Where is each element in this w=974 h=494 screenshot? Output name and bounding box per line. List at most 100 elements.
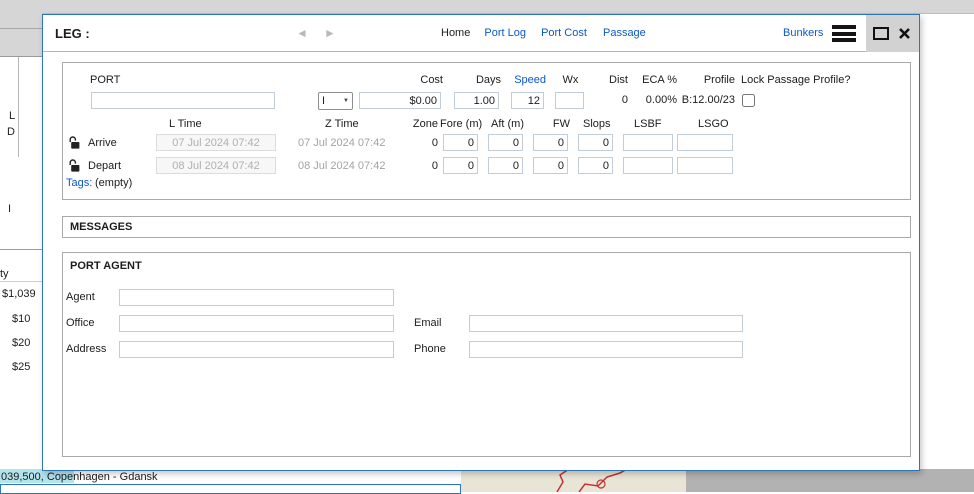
arrive-zone-value: 0 <box>411 134 438 152</box>
l-time-header: L Time <box>169 118 202 130</box>
window-controls <box>866 15 919 52</box>
phone-input[interactable] <box>469 341 743 358</box>
wx-label: Wx <box>555 74 586 86</box>
office-label: Office <box>66 315 95 332</box>
bunkers-link[interactable]: Bunkers <box>783 15 823 52</box>
arrive-fore-input[interactable] <box>443 134 478 151</box>
eca-label: ECA % <box>629 74 677 86</box>
depart-lock-icon[interactable] <box>68 159 81 173</box>
depart-lsgo-input[interactable] <box>677 157 733 174</box>
lock-passage-checkbox[interactable] <box>742 94 755 107</box>
profile-value: B:12.00/23 <box>675 92 735 109</box>
bg-divider <box>18 57 19 157</box>
map <box>461 469 974 492</box>
port-agent-title: PORT AGENT <box>70 260 142 272</box>
back-icon[interactable]: ◄ <box>296 15 308 52</box>
wx-input[interactable] <box>555 92 584 109</box>
leg-dialog: LEG : ◄ ► Home Port Log Port Cost Passag… <box>42 14 920 471</box>
nav-passage-link[interactable]: Passage <box>603 15 646 52</box>
arrive-slops-input[interactable] <box>578 134 613 151</box>
bg-divider <box>0 28 42 29</box>
background-panel-corner <box>0 0 42 57</box>
cost-label: Cost <box>359 74 443 86</box>
maximize-button[interactable] <box>873 27 889 40</box>
depart-ztime-value: 08 Jul 2024 07:42 <box>298 157 385 175</box>
eca-value: 0.00% <box>629 92 677 109</box>
address-label: Address <box>66 341 106 358</box>
agent-label: Agent <box>66 289 95 306</box>
aft-header: Aft (m) <box>491 118 524 130</box>
bg-cell-value: $25 <box>12 361 30 373</box>
bg-status-text: 039,500, Copenhagen - Gdansk <box>1 471 158 483</box>
address-input[interactable] <box>119 341 394 358</box>
speed-label[interactable]: Speed <box>509 74 546 86</box>
screen: { "colors": { "link_blue": "#0a58ca", "m… <box>0 0 974 492</box>
bg-row-label: D <box>7 126 15 138</box>
speed-input[interactable] <box>511 92 544 109</box>
fw-header: FW <box>549 118 570 130</box>
depart-fore-input[interactable] <box>443 157 478 174</box>
depart-label: Depart <box>88 157 121 175</box>
depart-ltime-input[interactable] <box>156 157 276 174</box>
port-type-value: I <box>322 95 325 107</box>
zone-header: Zone <box>411 118 438 130</box>
bg-divider <box>0 249 42 250</box>
z-time-header: Z Time <box>325 118 359 130</box>
arrive-fw-input[interactable] <box>533 134 568 151</box>
port-type-select[interactable]: I ▼ <box>318 92 353 110</box>
bg-row-label: L <box>9 110 15 122</box>
tags-link[interactable]: Tags: <box>66 177 92 189</box>
lock-passage-label: Lock Passage Profile? <box>741 74 850 86</box>
port-input[interactable] <box>91 92 275 109</box>
bg-column-header: ty <box>0 268 9 280</box>
arrive-ztime-value: 07 Jul 2024 07:42 <box>298 134 385 152</box>
cost-input[interactable] <box>359 92 441 109</box>
lsgo-header: LSGO <box>698 118 729 130</box>
port-label: PORT <box>90 74 120 86</box>
days-label: Days <box>454 74 501 86</box>
days-input[interactable] <box>454 92 499 109</box>
dist-label: Dist <box>597 74 628 86</box>
close-button[interactable] <box>897 26 912 41</box>
nav-port-cost-link[interactable]: Port Cost <box>541 15 587 52</box>
messages-section: MESSAGES <box>62 216 911 238</box>
depart-aft-input[interactable] <box>488 157 523 174</box>
dialog-nav: Home Port Log Port Cost Passage <box>441 15 646 52</box>
window-top-strip <box>0 0 974 14</box>
bg-cell-value: $10 <box>12 313 30 325</box>
menu-icon[interactable] <box>832 25 856 42</box>
lsbf-header: LSBF <box>634 118 662 130</box>
nav-home-link[interactable]: Home <box>441 15 470 52</box>
bg-bottom-panel <box>0 484 461 494</box>
depart-slops-input[interactable] <box>578 157 613 174</box>
slops-header: Slops <box>583 118 611 130</box>
forward-icon[interactable]: ► <box>324 15 336 52</box>
depart-zone-value: 0 <box>411 157 438 175</box>
depart-fw-input[interactable] <box>533 157 568 174</box>
arrive-aft-input[interactable] <box>488 134 523 151</box>
bg-divider <box>0 281 42 282</box>
arrive-ltime-input[interactable] <box>156 134 276 151</box>
bg-cell-value: $1,039 <box>2 288 36 300</box>
dropdown-arrow-icon: ▼ <box>343 98 349 104</box>
dialog-header: LEG : ◄ ► Home Port Log Port Cost Passag… <box>43 15 919 52</box>
arrive-label: Arrive <box>88 134 117 152</box>
email-label: Email <box>414 315 442 332</box>
email-input[interactable] <box>469 315 743 332</box>
fore-header: Fore (m) <box>440 118 482 130</box>
port-agent-section: PORT AGENT Agent Office Email Address Ph… <box>62 252 911 457</box>
depart-lsbf-input[interactable] <box>623 157 673 174</box>
bg-row-label: I <box>8 203 11 215</box>
bg-cell-value: $20 <box>12 337 30 349</box>
nav-port-log-link[interactable]: Port Log <box>484 15 526 52</box>
arrive-lock-icon[interactable] <box>68 136 81 150</box>
dist-value: 0 <box>597 92 628 109</box>
office-input[interactable] <box>119 315 394 332</box>
tags-value: (empty) <box>95 177 132 189</box>
dialog-title: LEG : <box>55 15 90 52</box>
messages-title: MESSAGES <box>70 217 132 237</box>
arrive-lsgo-input[interactable] <box>677 134 733 151</box>
agent-input[interactable] <box>119 289 394 306</box>
phone-label: Phone <box>414 341 446 358</box>
arrive-lsbf-input[interactable] <box>623 134 673 151</box>
